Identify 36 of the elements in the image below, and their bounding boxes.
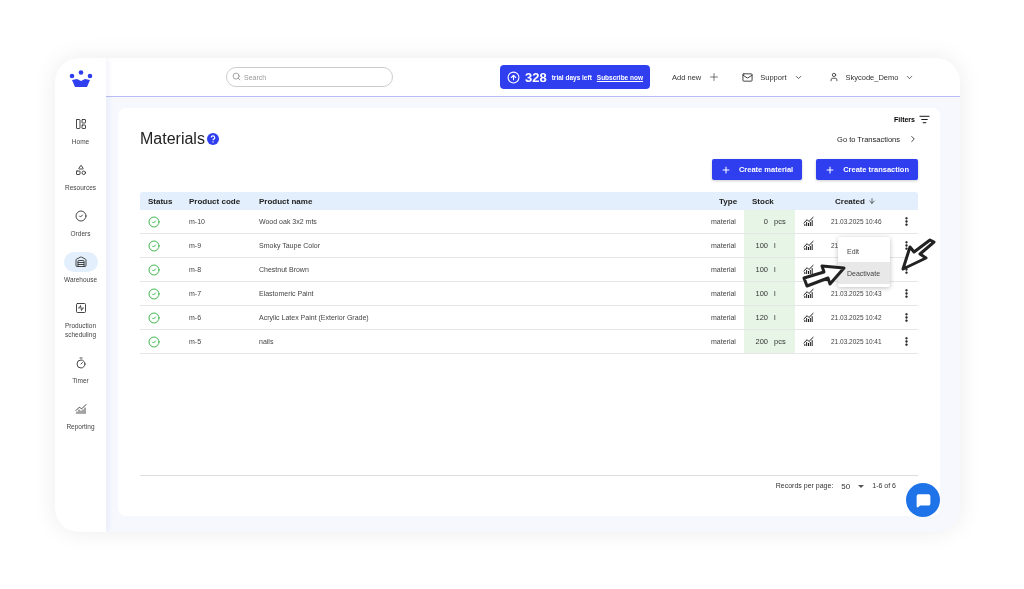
upload-icon xyxy=(507,70,520,84)
chart-icon[interactable] xyxy=(803,264,814,275)
column-header: Status xyxy=(147,196,174,206)
column-header: Product code xyxy=(188,196,242,206)
sort-arrow-icon xyxy=(867,197,876,205)
chart-icon[interactable] xyxy=(803,336,814,347)
chevron-icon xyxy=(908,134,918,144)
layout-icon xyxy=(74,118,87,130)
chart-icon[interactable] xyxy=(803,288,814,299)
mail-icon xyxy=(742,71,754,83)
filter-icon xyxy=(919,114,930,125)
column-header[interactable]: Created xyxy=(827,196,918,206)
check-circle-icon xyxy=(74,210,87,222)
chart-icon[interactable] xyxy=(803,216,814,227)
plus-icon xyxy=(825,164,836,175)
column-header: Stock xyxy=(751,196,775,206)
chart-icon[interactable] xyxy=(803,312,814,323)
shapes-icon xyxy=(74,164,87,176)
user-icon xyxy=(828,72,839,82)
page-title: Materials xyxy=(140,130,205,148)
timer-icon xyxy=(74,357,87,369)
plus-icon xyxy=(720,164,731,175)
crown-logo-icon xyxy=(68,70,93,88)
chart-icon xyxy=(74,403,87,415)
help-icon[interactable] xyxy=(206,133,219,145)
chart-icon[interactable] xyxy=(803,240,814,251)
chat-icon xyxy=(915,492,931,508)
column-header: Product name xyxy=(258,196,314,206)
per-page-select[interactable]: 50 xyxy=(841,482,865,491)
warehouse-icon xyxy=(74,256,87,268)
column-header: Type xyxy=(718,196,739,206)
plus-icon xyxy=(708,71,721,83)
dropdown-triangle-icon xyxy=(858,482,865,490)
search-icon xyxy=(232,72,241,81)
trial-days: 328 xyxy=(525,69,547,85)
square-chart-icon xyxy=(74,302,87,314)
